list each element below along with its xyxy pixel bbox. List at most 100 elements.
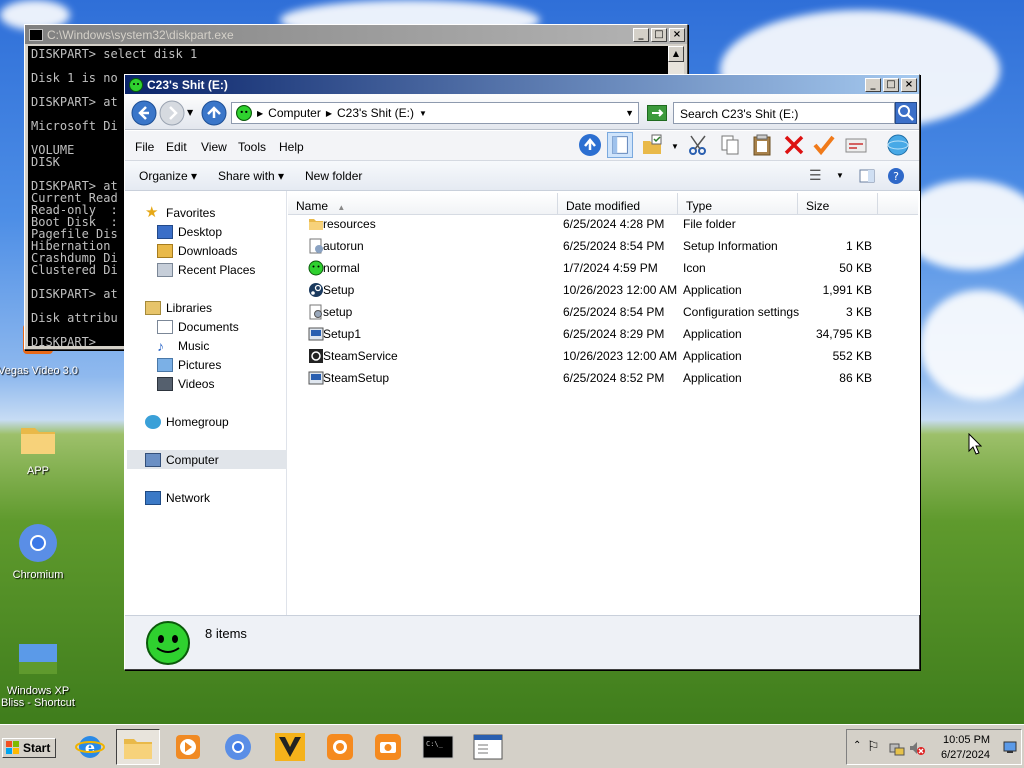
orange-app-icon bbox=[327, 734, 353, 760]
address-dropdown-icon[interactable]: ▼ bbox=[625, 108, 634, 118]
file-date: 6/25/2024 4:28 PM bbox=[563, 217, 665, 231]
menu-edit[interactable]: Edit bbox=[166, 140, 187, 154]
taskbar-ie[interactable]: e bbox=[68, 729, 112, 765]
file-row[interactable]: normal 1/7/2024 4:59 PM Icon 50 KB bbox=[288, 257, 908, 279]
taskbar-chromium[interactable] bbox=[216, 729, 260, 765]
share-with-button[interactable]: Share with ▾ bbox=[218, 169, 284, 183]
column-header-date[interactable]: Date modified bbox=[558, 193, 678, 215]
menu-tools[interactable]: Tools bbox=[238, 140, 266, 154]
start-button[interactable]: Start bbox=[2, 738, 56, 758]
close-button[interactable]: × bbox=[669, 27, 685, 42]
volume-muted-icon[interactable] bbox=[909, 740, 925, 756]
file-row[interactable]: resources 6/25/2024 4:28 PM File folder bbox=[288, 213, 908, 235]
up-button[interactable] bbox=[201, 100, 227, 126]
network-globe-icon[interactable] bbox=[885, 132, 911, 158]
taskbar-cmd[interactable]: C:\_ bbox=[416, 729, 460, 765]
chromium-icon bbox=[225, 734, 251, 760]
maximize-button[interactable]: □ bbox=[651, 27, 667, 42]
file-list[interactable]: Name ▲ Date modified Type Size resources… bbox=[288, 191, 920, 615]
file-row[interactable]: Setup1 6/25/2024 8:29 PM Application 34,795… bbox=[288, 323, 908, 345]
show-desktop-icon[interactable] bbox=[1003, 740, 1017, 754]
maximize-button[interactable]: □ bbox=[883, 77, 899, 92]
menu-view[interactable]: View bbox=[201, 140, 227, 154]
desktop-icon-app[interactable]: APP bbox=[0, 418, 78, 477]
copy-icon[interactable] bbox=[717, 132, 743, 158]
minimize-button[interactable]: _ bbox=[865, 77, 881, 92]
help-icon[interactable]: ? bbox=[887, 167, 905, 185]
file-row[interactable]: setup 6/25/2024 8:54 PM Configuration sett… bbox=[288, 301, 908, 323]
file-row[interactable]: SteamService 10/26/2023 12:00 AM Applicati… bbox=[288, 345, 908, 367]
folder-options-icon[interactable] bbox=[639, 132, 665, 158]
delete-icon[interactable] bbox=[781, 132, 807, 158]
chevron-right-icon[interactable]: ▶ bbox=[257, 109, 263, 118]
file-type: File folder bbox=[683, 217, 736, 231]
nav-favorites[interactable]: ★ Favorites bbox=[145, 203, 305, 222]
file-name: Setup bbox=[323, 283, 355, 297]
cut-icon[interactable] bbox=[685, 132, 711, 158]
menu-file[interactable]: File bbox=[135, 140, 154, 154]
forward-button[interactable] bbox=[159, 100, 185, 126]
taskbar-orange-app[interactable] bbox=[318, 729, 362, 765]
back-button[interactable] bbox=[131, 100, 157, 126]
file-row[interactable]: autorun 6/25/2024 8:54 PM Setup Informatio… bbox=[288, 235, 908, 257]
new-folder-button[interactable]: New folder bbox=[305, 169, 362, 183]
scroll-up-icon[interactable]: ▲ bbox=[668, 46, 684, 62]
breadcrumb-current[interactable]: C23's Shit (E:) bbox=[337, 106, 414, 120]
console-titlebar[interactable]: C:\Windows\system32\diskpart.exe _ □ × bbox=[25, 25, 687, 44]
v-logo-icon bbox=[275, 733, 305, 761]
taskbar: Start e C:\_ ⌃ ⚐ 10:05 PM 6/27/2024 bbox=[0, 724, 1024, 768]
file-size: 86 KB bbox=[839, 371, 872, 385]
refresh-icon[interactable] bbox=[647, 105, 667, 121]
folder-options-dropdown-icon[interactable]: ▼ bbox=[671, 142, 679, 151]
properties-icon[interactable] bbox=[843, 132, 869, 158]
view-options-icon[interactable]: ☰ bbox=[809, 167, 822, 184]
address-bar[interactable]: ▶ Computer ▶ C23's Shit (E:) ▼ ▼ bbox=[231, 102, 639, 124]
action-center-flag-icon[interactable]: ⚐ bbox=[867, 738, 880, 755]
explorer-window[interactable]: C23's Shit (E:) _ □ × ▼ ▶ Computer ▶ C23… bbox=[124, 74, 920, 670]
organize-button[interactable]: Organize ▾ bbox=[139, 169, 197, 183]
nav-computer[interactable]: Computer bbox=[127, 450, 287, 469]
file-type: Application bbox=[683, 371, 742, 385]
desktop-icon-bliss[interactable]: Windows XP Bliss - Shortcut bbox=[0, 638, 78, 709]
search-icon[interactable] bbox=[895, 102, 917, 124]
close-button[interactable]: × bbox=[901, 77, 917, 92]
menu-help[interactable]: Help bbox=[279, 140, 304, 154]
menu-bar: File Edit View Tools Help ▼ bbox=[125, 131, 919, 161]
nav-network[interactable]: Network bbox=[145, 488, 305, 507]
taskbar-media-player[interactable] bbox=[166, 729, 210, 765]
file-date: 6/25/2024 8:29 PM bbox=[563, 327, 665, 341]
folders-pane-icon[interactable] bbox=[607, 132, 633, 158]
column-header-type[interactable]: Type bbox=[678, 193, 798, 215]
column-header-size[interactable]: Size bbox=[798, 193, 878, 215]
preview-pane-icon[interactable] bbox=[859, 168, 875, 184]
clock-date[interactable]: 6/27/2024 bbox=[941, 749, 990, 761]
taskbar-vlc-like[interactable] bbox=[268, 729, 312, 765]
history-dropdown-icon[interactable]: ▼ bbox=[187, 108, 193, 117]
breadcrumb-computer[interactable]: Computer bbox=[268, 106, 321, 120]
file-row[interactable]: Setup 10/26/2023 12:00 AM Application 1,991… bbox=[288, 279, 908, 301]
chevron-down-icon[interactable]: ▼ bbox=[419, 109, 427, 118]
nav-libraries[interactable]: Libraries bbox=[145, 298, 305, 317]
clock-time[interactable]: 10:05 PM bbox=[943, 734, 990, 746]
minimize-button[interactable]: _ bbox=[633, 27, 649, 42]
column-header-name[interactable]: Name ▲ bbox=[288, 193, 558, 215]
item-count: 8 items bbox=[205, 626, 247, 641]
chevron-right-icon[interactable]: ▶ bbox=[326, 109, 332, 118]
explorer-titlebar[interactable]: C23's Shit (E:) _ □ × bbox=[125, 75, 919, 94]
checkmark-icon[interactable] bbox=[811, 132, 837, 158]
desktop-icon-chromium[interactable]: Chromium bbox=[0, 522, 78, 581]
view-dropdown-icon[interactable]: ▼ bbox=[836, 171, 844, 180]
navigation-pane[interactable]: ★ Favorites Desktop Downloads Recent Pla… bbox=[125, 191, 287, 615]
nav-homegroup[interactable]: Homegroup bbox=[145, 412, 305, 431]
search-input[interactable]: Search C23's Shit (E:) bbox=[673, 102, 895, 124]
file-size: 1 KB bbox=[845, 239, 872, 253]
network-status-icon[interactable] bbox=[889, 740, 905, 756]
paste-icon[interactable] bbox=[749, 132, 775, 158]
file-row[interactable]: SteamSetup 6/25/2024 8:52 PM Application 86… bbox=[288, 367, 908, 389]
taskbar-window-app[interactable] bbox=[466, 729, 510, 765]
taskbar-camera-app[interactable] bbox=[366, 729, 410, 765]
smiley-icon bbox=[308, 260, 324, 276]
taskbar-explorer[interactable] bbox=[116, 729, 160, 765]
chevron-up-icon[interactable]: ⌃ bbox=[853, 740, 861, 751]
up-folder-icon[interactable] bbox=[577, 132, 603, 158]
